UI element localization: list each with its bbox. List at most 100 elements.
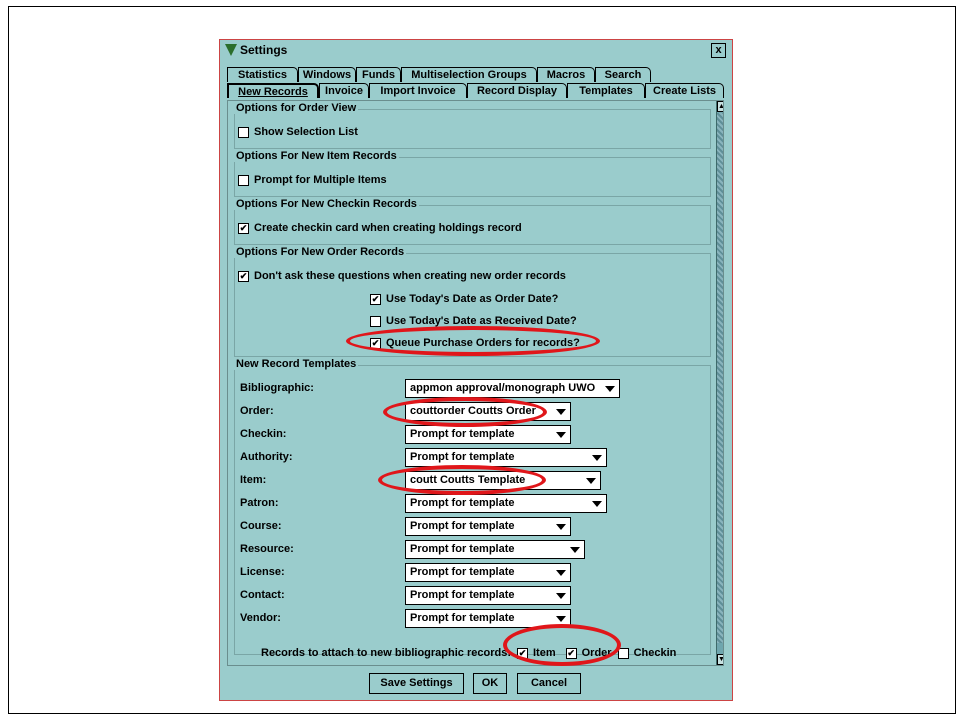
tab-macros[interactable]: Macros xyxy=(537,67,595,82)
tab-new-records[interactable]: New Records xyxy=(227,83,319,98)
tab-create-lists[interactable]: Create Lists xyxy=(645,83,724,98)
template-label-patron: Patron: xyxy=(240,497,279,509)
chevron-down-icon xyxy=(586,478,596,484)
chevron-down-icon xyxy=(592,455,602,461)
prompt-multiple-label: Prompt for Multiple Items xyxy=(254,174,387,186)
todays-date-received-option[interactable]: Use Today's Date as Received Date? xyxy=(370,315,577,327)
template-label-license: License: xyxy=(240,566,285,578)
attach-checkin-checkbox[interactable] xyxy=(617,647,629,659)
group-order-view-title: Options for Order View xyxy=(234,102,359,114)
attach-label: Records to attach to new bibliographic r… xyxy=(261,647,511,659)
template-label-bibliographic: Bibliographic: xyxy=(240,382,314,394)
template-label-item: Item: xyxy=(240,474,267,486)
todays-date-received-checkbox[interactable] xyxy=(370,315,381,327)
settings-content: Options for Order View Show Selection Li… xyxy=(227,100,724,666)
template-select-license[interactable]: Prompt for template xyxy=(405,563,571,582)
tab-search[interactable]: Search xyxy=(595,67,651,82)
tab-record-display[interactable]: Record Display xyxy=(467,83,567,98)
template-select-item[interactable]: coutt Coutts Template xyxy=(405,471,601,490)
prompt-multiple-checkbox[interactable] xyxy=(238,174,249,186)
create-card-option[interactable]: ✔ Create checkin card when creating hold… xyxy=(238,222,522,234)
chevron-down-icon xyxy=(556,616,566,622)
chevron-down-icon xyxy=(556,593,566,599)
ok-button[interactable]: OK xyxy=(473,673,507,694)
save-settings-button[interactable]: Save Settings xyxy=(369,673,464,694)
template-value-patron: Prompt for template xyxy=(410,497,515,509)
attach-order-checkbox[interactable]: ✔ xyxy=(565,647,577,659)
cancel-button[interactable]: Cancel xyxy=(517,673,581,694)
attach-row: Records to attach to new bibliographic r… xyxy=(261,647,676,659)
tab-invoice[interactable]: Invoice xyxy=(319,83,369,98)
template-label-resource: Resource: xyxy=(240,543,294,555)
window-title: Settings xyxy=(240,43,288,57)
create-card-label: Create checkin card when creating holdin… xyxy=(254,222,522,234)
dont-ask-label: Don't ask these questions when creating … xyxy=(254,270,566,282)
queue-po-label: Queue Purchase Orders for records? xyxy=(386,337,580,349)
attach-item-label: Item xyxy=(532,647,556,659)
show-selection-list-label: Show Selection List xyxy=(254,126,358,138)
chevron-down-icon xyxy=(556,570,566,576)
todays-date-received-label: Use Today's Date as Received Date? xyxy=(386,315,577,327)
group-new-order-title: Options For New Order Records xyxy=(234,246,407,258)
chevron-down-icon xyxy=(556,524,566,530)
template-value-resource: Prompt for template xyxy=(410,543,515,555)
settings-dialog: Settings x Statistics Windows Funds Mult… xyxy=(219,39,733,701)
template-value-license: Prompt for template xyxy=(410,566,515,578)
template-value-course: Prompt for template xyxy=(410,520,515,532)
template-select-authority[interactable]: Prompt for template xyxy=(405,448,607,467)
chevron-down-icon xyxy=(556,432,566,438)
vertical-scrollbar[interactable]: ▲ ▼ xyxy=(716,101,723,665)
chevron-down-icon xyxy=(570,547,580,553)
queue-po-option[interactable]: ✔ Queue Purchase Orders for records? xyxy=(370,337,580,349)
template-select-bibliographic[interactable]: appmon approval/monograph UWO xyxy=(405,379,620,398)
template-select-resource[interactable]: Prompt for template xyxy=(405,540,585,559)
scroll-up-icon[interactable]: ▲ xyxy=(717,101,723,112)
template-label-vendor: Vendor: xyxy=(240,612,281,624)
template-select-contact[interactable]: Prompt for template xyxy=(405,586,571,605)
close-button[interactable]: x xyxy=(711,43,726,58)
template-label-authority: Authority: xyxy=(240,451,293,463)
queue-po-checkbox[interactable]: ✔ xyxy=(370,337,381,349)
template-select-order[interactable]: couttorder Coutts Order xyxy=(405,402,571,421)
tab-windows[interactable]: Windows xyxy=(298,67,356,82)
template-value-item: coutt Coutts Template xyxy=(410,474,526,486)
template-value-order: couttorder Coutts Order xyxy=(410,405,536,417)
attach-item-checkbox[interactable]: ✔ xyxy=(516,647,528,659)
template-value-vendor: Prompt for template xyxy=(410,612,515,624)
scroll-down-icon[interactable]: ▼ xyxy=(717,654,723,665)
group-new-checkin-title: Options For New Checkin Records xyxy=(234,198,419,210)
create-card-checkbox[interactable]: ✔ xyxy=(238,222,249,234)
tab-funds[interactable]: Funds xyxy=(356,67,401,82)
template-select-patron[interactable]: Prompt for template xyxy=(405,494,607,513)
group-templates-title: New Record Templates xyxy=(234,358,359,370)
chevron-down-icon xyxy=(556,409,566,415)
template-label-contact: Contact: xyxy=(240,589,285,601)
todays-date-order-option[interactable]: ✔ Use Today's Date as Order Date? xyxy=(370,293,558,305)
tab-import-invoice[interactable]: Import Invoice xyxy=(369,83,467,98)
app-icon xyxy=(225,44,237,56)
template-value-checkin: Prompt for template xyxy=(410,428,515,440)
template-label-order: Order: xyxy=(240,405,274,417)
todays-date-order-label: Use Today's Date as Order Date? xyxy=(386,293,559,305)
template-label-checkin: Checkin: xyxy=(240,428,287,440)
show-selection-list-checkbox[interactable] xyxy=(238,126,249,138)
todays-date-order-checkbox[interactable]: ✔ xyxy=(370,293,381,305)
template-select-course[interactable]: Prompt for template xyxy=(405,517,571,536)
group-new-item-title: Options For New Item Records xyxy=(234,150,399,162)
attach-order-label: Order xyxy=(581,647,612,659)
template-value-contact: Prompt for template xyxy=(410,589,515,601)
attach-checkin-label: Checkin xyxy=(633,647,677,659)
show-selection-list-option[interactable]: Show Selection List xyxy=(238,126,358,138)
dont-ask-checkbox[interactable]: ✔ xyxy=(238,270,249,282)
prompt-multiple-option[interactable]: Prompt for Multiple Items xyxy=(238,174,387,186)
template-select-checkin[interactable]: Prompt for template xyxy=(405,425,571,444)
scroll-thumb[interactable] xyxy=(717,113,723,643)
tab-multiselection-groups[interactable]: Multiselection Groups xyxy=(401,67,537,82)
dont-ask-option[interactable]: ✔ Don't ask these questions when creatin… xyxy=(238,270,566,282)
chevron-down-icon xyxy=(605,386,615,392)
template-value-bibliographic: appmon approval/monograph UWO xyxy=(410,382,596,394)
template-label-course: Course: xyxy=(240,520,282,532)
tab-templates[interactable]: Templates xyxy=(567,83,645,98)
template-select-vendor[interactable]: Prompt for template xyxy=(405,609,571,628)
tab-statistics[interactable]: Statistics xyxy=(227,67,298,82)
